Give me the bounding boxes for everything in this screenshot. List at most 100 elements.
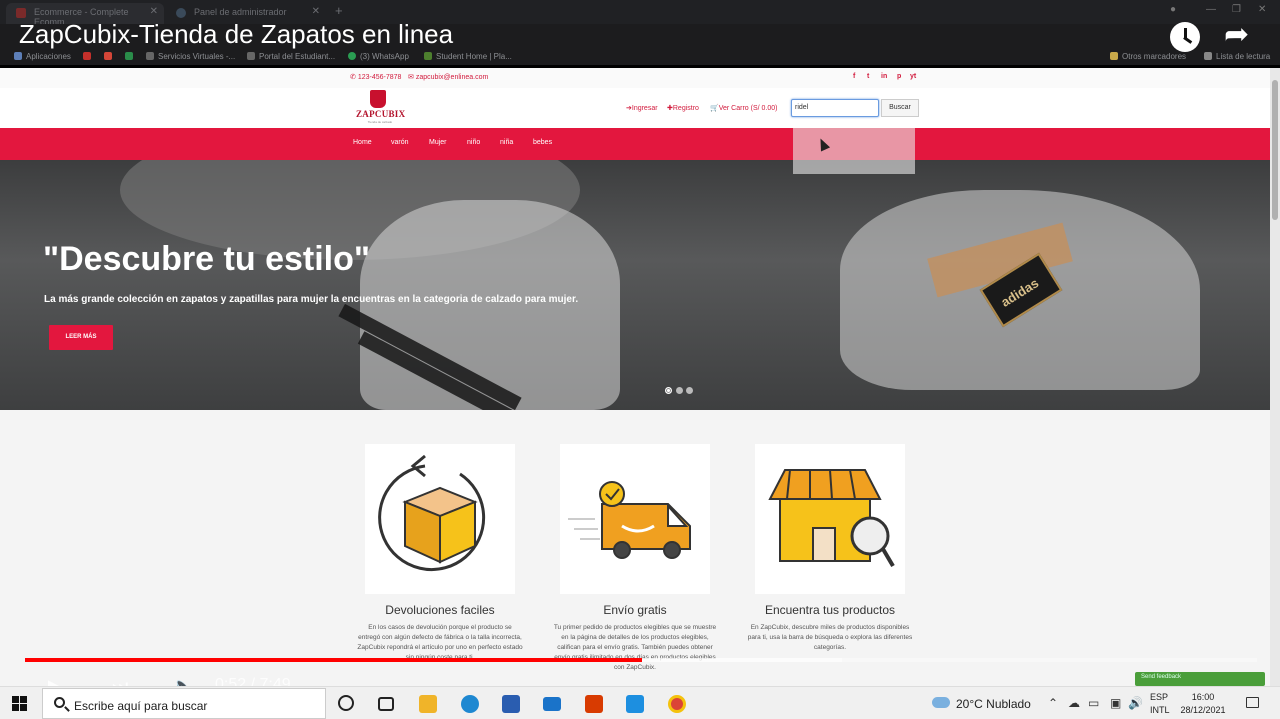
youtube-icon[interactable]: yt [910,73,916,80]
bookmark-servicios[interactable]: Servicios Virtuales -... [146,52,235,61]
taskbar-search[interactable]: Escribe aquí para buscar [42,688,326,719]
hero-title: "Descubre tu estilo" [43,240,370,278]
login-link[interactable]: ➔Ingresar [626,104,658,112]
windows-taskbar: Escribe aquí para buscar 20°C Nublado ⌃ … [0,686,1280,719]
bookmark-label: Otros marcadores [1122,52,1187,61]
nav-varon[interactable]: varón [391,139,409,146]
input-language[interactable]: ESP INTL [1150,691,1170,717]
weather-widget[interactable]: 20°C Nublado [956,697,1031,711]
nav-nina[interactable]: niña [500,139,513,146]
close-window-icon[interactable]: ✕ [1258,4,1266,15]
facebook-icon[interactable]: f [853,73,855,80]
tab-favicon-icon [16,8,26,18]
read-more-button[interactable]: LEER MÁS [49,325,113,350]
clock-date: 28/12/2021 [1180,705,1226,715]
logo-tagline: Tienda de calzado [367,120,393,124]
tab-favicon-icon [176,8,186,18]
bookmark-portal[interactable]: Portal del Estudiant... [247,52,335,61]
logo-shield-icon [370,90,386,108]
register-link[interactable]: ✚Registro [667,104,699,112]
feature-title: Encuentra tus productos [764,603,896,617]
search-button[interactable]: Buscar [881,99,919,117]
close-tab-icon[interactable]: ✕ [312,6,320,17]
feature-text: En los casos de devolución porque el pro… [357,624,523,661]
features-section: Devoluciones faciles En los casos de dev… [0,410,1270,686]
bookmark-whatsapp[interactable]: (3) WhatsApp [348,52,409,61]
bookmark-apps[interactable]: Aplicaciones [14,52,71,61]
apps-icon [14,52,22,60]
feature-title: Envío gratis [603,603,667,617]
bookmark-youtube[interactable] [83,52,95,61]
bookmark-student-home[interactable]: Student Home | Pla... [424,52,512,61]
new-tab-icon[interactable]: + [335,3,343,18]
notification-icon[interactable] [1246,697,1259,708]
reading-list[interactable]: Lista de lectura [1204,52,1270,61]
office-icon[interactable] [585,695,603,713]
bookmark-drive[interactable] [125,52,137,61]
site-header: ZAPCUBIX Tienda de calzado ➔Ingresar ✚Re… [0,88,1270,128]
close-tab-icon[interactable]: ✕ [150,6,158,17]
maximize-icon[interactable]: ❐ [1232,4,1241,15]
site-logo[interactable]: ZAPCUBIX Tienda de calzado [356,90,405,128]
nav-bebes[interactable]: bebes [533,139,552,146]
display-icon[interactable]: ▣ [1110,696,1121,710]
profile-icon[interactable]: ● [1170,4,1176,15]
nav-mujer[interactable]: Mujer [429,139,447,146]
store-icon[interactable] [502,695,520,713]
bookmark-label: Portal del Estudiant... [259,52,336,61]
feedback-button[interactable]: Send feedback [1135,672,1265,686]
share-arrow-icon[interactable]: ➦ [1224,20,1249,50]
task-view-icon[interactable] [378,697,394,711]
bookmark-other[interactable]: Otros marcadores [1110,52,1186,61]
bookmark-gmail[interactable] [104,52,116,61]
store-search-icon [755,444,905,594]
search-autocomplete [793,128,915,174]
chrome-icon[interactable] [668,695,686,713]
cart-link[interactable]: 🛒Ver Carro (S/ 0.00) [710,104,777,112]
bookmark-label: Student Home | Pla... [436,52,512,61]
feature-find-products: Encuentra tus productos En ZapCubix, des… [745,444,915,653]
minimize-icon[interactable]: — [1206,4,1216,15]
mail-icon[interactable] [543,697,561,711]
phone-number: 123-456-7878 [357,74,402,81]
youtube-icon [83,52,91,60]
slide-dot-3[interactable] [686,387,693,394]
chevron-up-icon[interactable]: ⌃ [1048,696,1058,710]
keyboard-layout: INTL [1150,705,1170,715]
feature-text: Tu primer pedido de productos elegibles … [553,624,717,671]
speaker-icon[interactable]: 🔊 [1128,696,1143,710]
main-nav: Home varón Mujer niño niña bebes [0,128,1270,160]
page-scrollbar[interactable] [1270,68,1280,686]
linkedin-icon[interactable]: in [881,73,887,80]
folder-icon [1110,52,1118,60]
slide-dot-1[interactable] [665,387,672,394]
edge-icon[interactable] [461,695,479,713]
scrollbar-thumb[interactable] [1272,80,1278,220]
gmail-icon [104,52,112,60]
pinterest-icon[interactable]: p [897,73,901,80]
brand-mark: adidas [998,275,1042,310]
reading-list-icon [1204,52,1212,60]
phone-contact: ✆ 123-456-7878 [350,74,402,81]
slide-dot-2[interactable] [676,387,683,394]
windows-start-icon[interactable] [12,696,27,711]
vscode-icon[interactable] [626,695,644,713]
feature-title: Devoluciones faciles [385,603,495,617]
onedrive-icon[interactable]: ☁ [1068,696,1080,710]
page-icon [146,52,154,60]
nav-home[interactable]: Home [353,139,372,146]
twitter-icon[interactable]: t [867,73,869,80]
cortana-icon[interactable] [338,695,354,711]
sneaker-left-shape [360,200,620,410]
network-icon[interactable]: ▭ [1088,696,1099,710]
website: ✆ 123-456-7878 ✉ zapcubix@enlinea.com f … [0,68,1270,686]
search-input[interactable]: ridel [791,99,879,117]
file-explorer-icon[interactable] [419,695,437,713]
clock-icon[interactable] [1170,22,1200,52]
nav-nino[interactable]: niño [467,139,480,146]
taskbar-clock[interactable]: 16:00 28/12/2021 [1178,691,1228,717]
video-title[interactable]: ZapCubix-Tienda de Zapatos en linea [19,19,453,50]
video-progress-bar[interactable] [25,658,1257,662]
cart-label: Ver Carro (S/ 0.00) [718,105,778,112]
box-return-icon [365,444,515,594]
